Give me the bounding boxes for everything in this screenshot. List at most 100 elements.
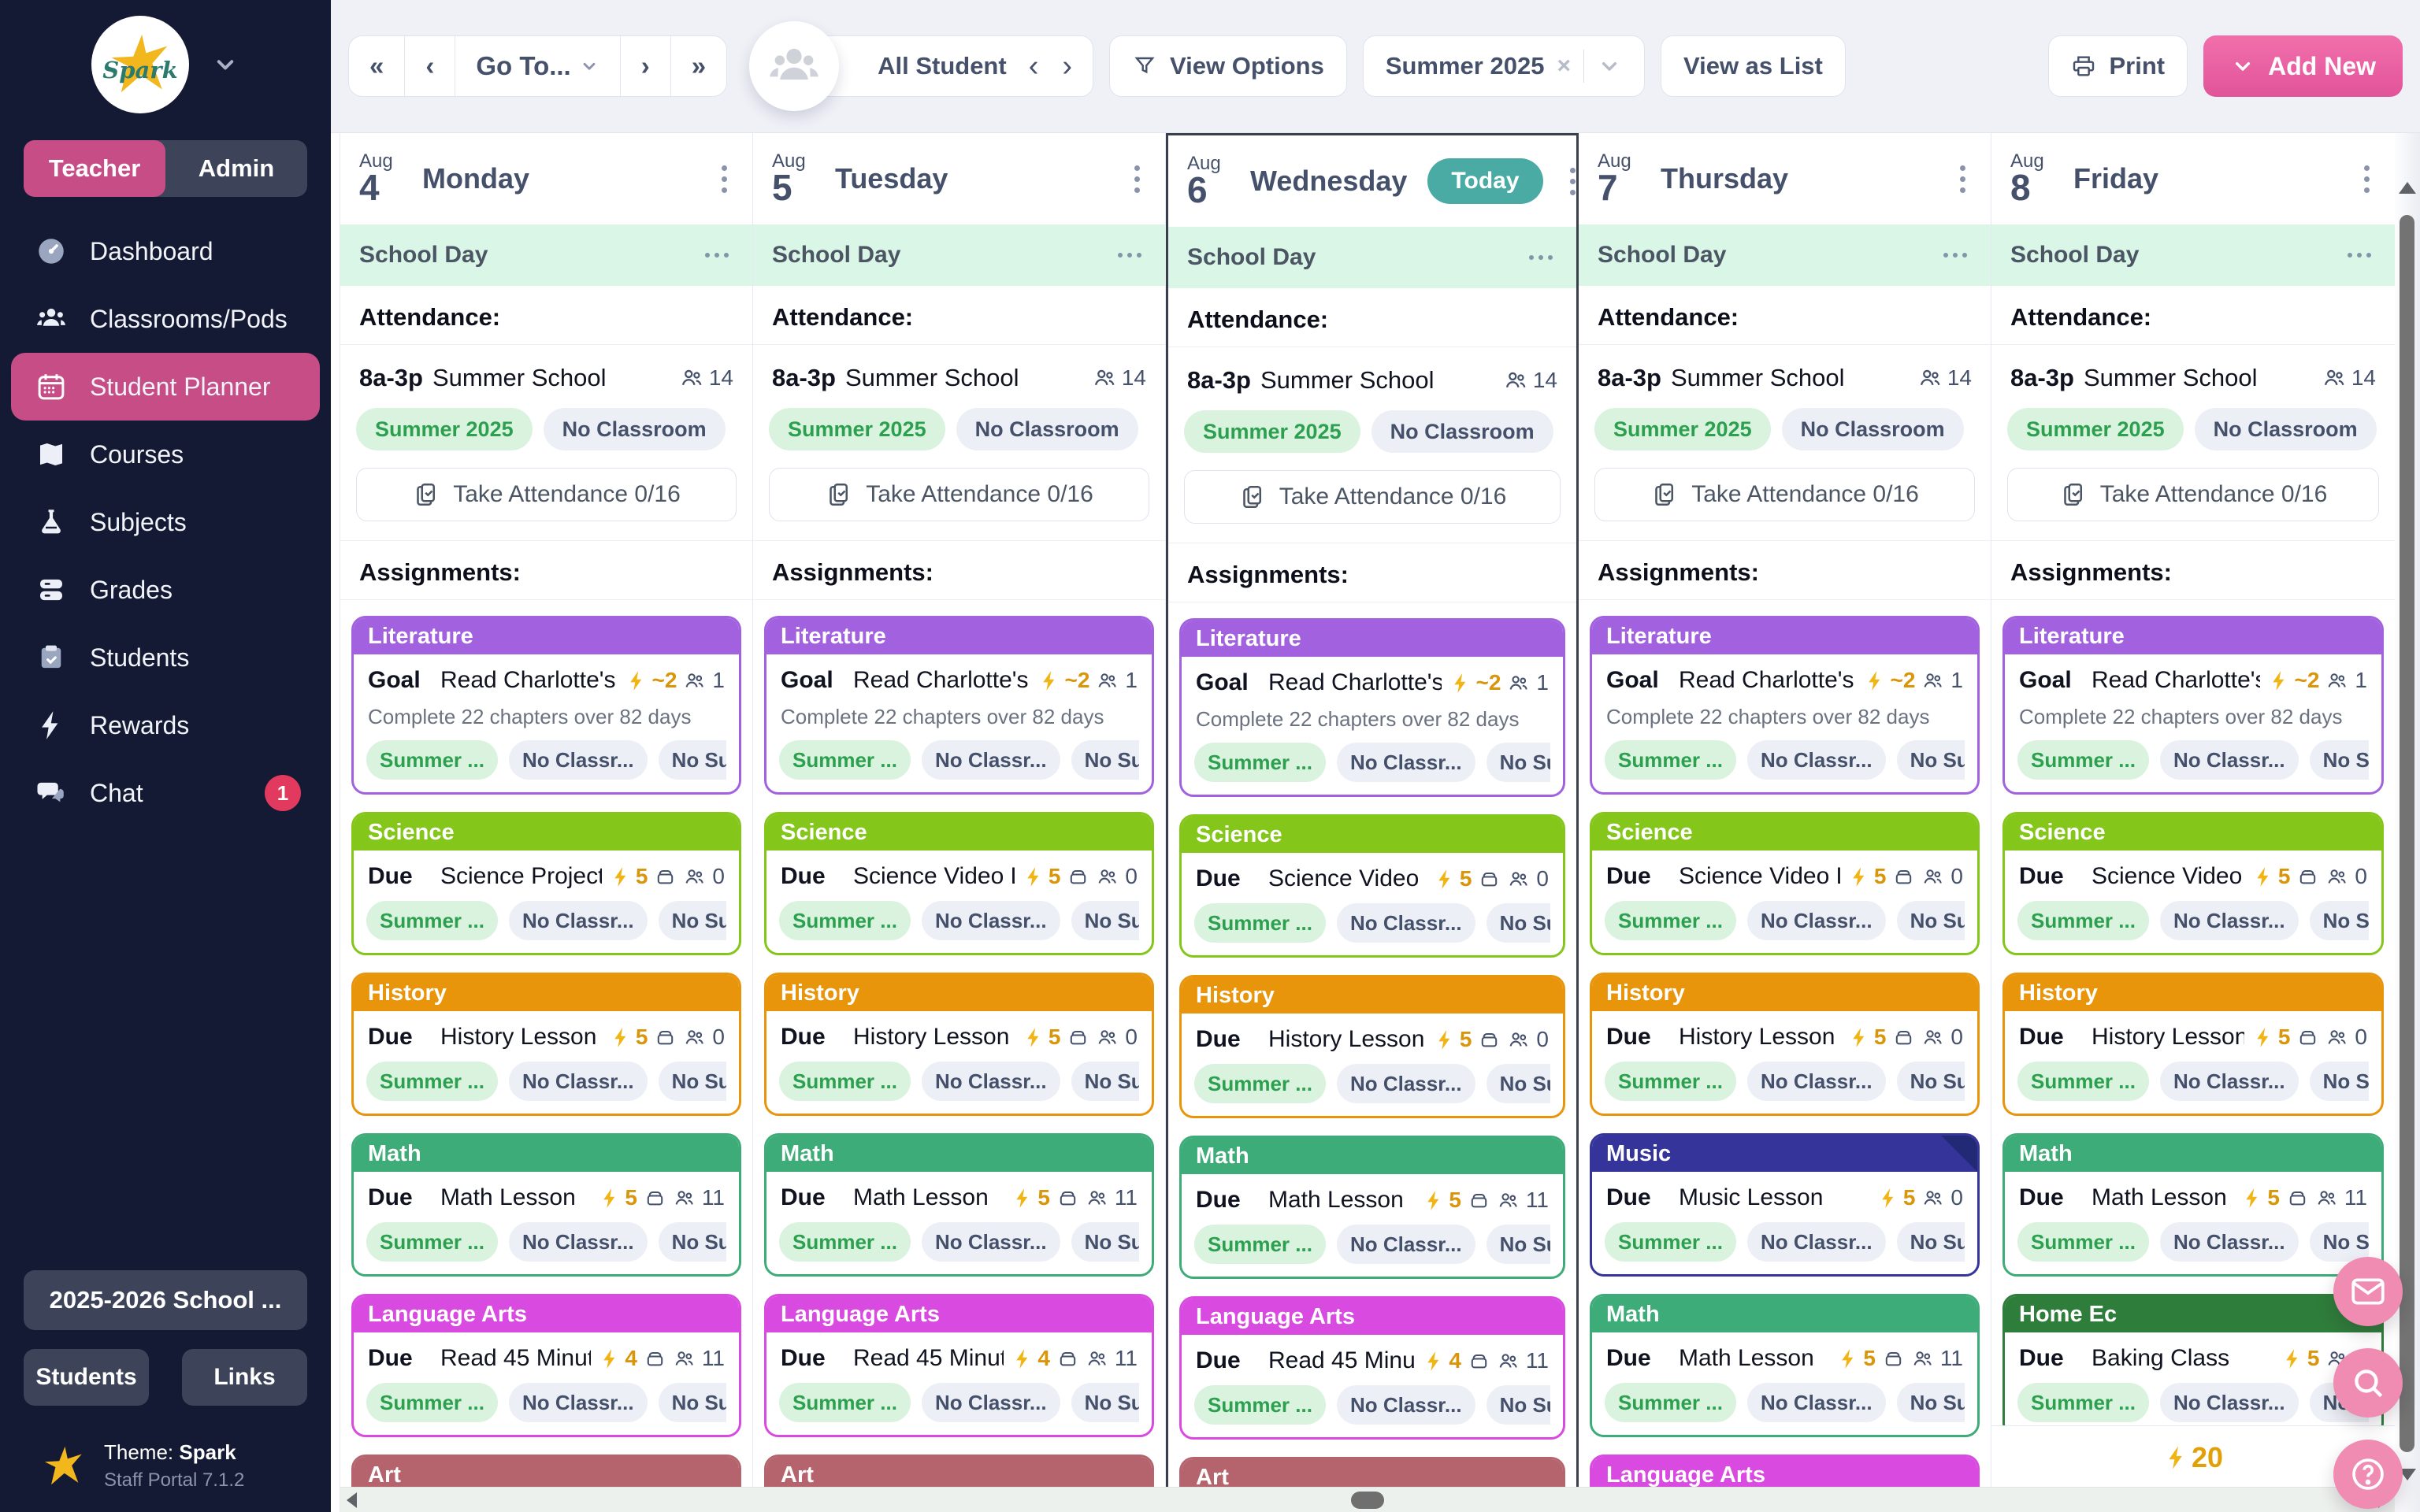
assignment-card-music[interactable]: MusicDueMusic Lesson50Summer ...No Class…	[1590, 1133, 1980, 1277]
chevron-down-icon[interactable]	[1597, 54, 1622, 79]
school-day-menu-icon[interactable]	[1939, 248, 1972, 262]
points-value: 5	[636, 1025, 648, 1050]
take-attendance-button[interactable]: Take Attendance 0/16	[1594, 468, 1975, 521]
sidebar-item-courses[interactable]: Courses	[11, 421, 320, 488]
assignment-card-language-arts[interactable]: Language ArtsDueRead 45 Minutes411Summer…	[1179, 1296, 1565, 1440]
nav-next-button[interactable]: ›	[621, 36, 671, 96]
assignment-card-math[interactable]: MathDueMath Lesson511Summer ...No Classr…	[2002, 1133, 2384, 1277]
card-title: Science Project	[440, 863, 602, 890]
day-menu-kebab-icon[interactable]	[1954, 159, 1972, 199]
role-tab-admin[interactable]: Admin	[165, 140, 307, 197]
assignment-card-math[interactable]: MathDueMath Lesson511Summer ...No Classr…	[351, 1133, 741, 1277]
assignment-card-math[interactable]: MathDueMath Lesson511Summer ...No Classr…	[1590, 1294, 1980, 1437]
card-title: Math Lesson	[440, 1184, 576, 1211]
assignment-card-history[interactable]: HistoryDueHistory Lesson50Summer ...No C…	[1179, 975, 1565, 1118]
school-day-menu-icon[interactable]	[1524, 250, 1557, 265]
view-options-button[interactable]: View Options	[1109, 35, 1347, 97]
school-day-menu-icon[interactable]	[2343, 248, 2376, 262]
points-value: 5	[1863, 1346, 1876, 1371]
role-tab-teacher[interactable]: Teacher	[24, 140, 165, 197]
goto-dropdown[interactable]: Go To...	[455, 36, 620, 96]
assignment-card-literature[interactable]: LiteratureGoalRead Charlotte's W...~21Co…	[1590, 616, 1980, 795]
assignment-card-literature[interactable]: LiteratureGoalRead Charlotte's W...~21Co…	[351, 616, 741, 795]
people-count: 1	[712, 668, 725, 693]
tag-chip: Summer ...	[366, 901, 498, 940]
assignment-card-home-ec[interactable]: Home EcDueBaking Class50Summer ...No Cla…	[2002, 1294, 2384, 1425]
people-icon	[1096, 865, 1119, 888]
nav-first-button[interactable]: «	[349, 36, 405, 96]
view-as-list-button[interactable]: View as List	[1661, 35, 1846, 97]
horizontal-scroll-thumb[interactable]	[1351, 1492, 1384, 1509]
day-menu-kebab-icon[interactable]	[1564, 161, 1579, 202]
assignment-card-science[interactable]: ScienceDueScience Video Le...50Summer ..…	[2002, 812, 2384, 955]
sidebar-item-student-planner[interactable]: Student Planner	[11, 353, 320, 421]
sidebar-item-classrooms-pods[interactable]: Classrooms/Pods	[11, 285, 320, 353]
student-prev-button[interactable]: ‹	[1027, 50, 1041, 83]
students-footer-button[interactable]: Students	[24, 1349, 149, 1406]
assignment-card-science[interactable]: ScienceDueScience Video Le...50Summer ..…	[1590, 812, 1980, 955]
nav-prev-button[interactable]: ‹	[405, 36, 455, 96]
assignment-card-math[interactable]: MathDueMath Lesson511Summer ...No Classr…	[764, 1133, 1154, 1277]
subject-header: Home Ec	[2005, 1296, 2381, 1332]
clear-term-icon[interactable]: ×	[1557, 53, 1571, 80]
people-count: 0	[1536, 1027, 1549, 1052]
print-button[interactable]: Print	[2048, 35, 2188, 97]
search-button[interactable]	[2333, 1348, 2403, 1418]
day-menu-kebab-icon[interactable]	[2358, 159, 2376, 199]
points-value: ~2	[1890, 668, 1915, 693]
assignment-card-literature[interactable]: LiteratureGoalRead Charlotte's W...~21Co…	[764, 616, 1154, 795]
add-new-button[interactable]: Add New	[2203, 35, 2403, 97]
scroll-left-arrow[interactable]	[347, 1492, 357, 1508]
assignment-card-history[interactable]: HistoryDueHistory Lesson50Summer ...No C…	[2002, 973, 2384, 1116]
school-year-button[interactable]: 2025-2026 School ...	[24, 1270, 307, 1330]
day-menu-kebab-icon[interactable]	[715, 159, 733, 199]
student-next-button[interactable]: ›	[1060, 50, 1074, 83]
assignment-card-science[interactable]: ScienceDueScience Video L...50Summer ...…	[1179, 814, 1565, 958]
sidebar-item-grades[interactable]: Grades	[11, 556, 320, 624]
assignment-card-history[interactable]: HistoryDueHistory Lesson50Summer ...No C…	[351, 973, 741, 1116]
student-filter[interactable]: All Student ‹ ›	[809, 35, 1093, 97]
sidebar-item-dashboard[interactable]: Dashboard	[11, 217, 320, 285]
school-day-banner[interactable]: School Day	[1168, 227, 1576, 288]
school-logo[interactable]: Spark	[91, 16, 189, 113]
assignment-card-history[interactable]: HistoryDueHistory Lesson50Summer ...No C…	[764, 973, 1154, 1116]
sidebar-item-students[interactable]: Students	[11, 624, 320, 691]
day-menu-kebab-icon[interactable]	[1128, 159, 1146, 199]
sidebar-item-rewards[interactable]: Rewards	[11, 691, 320, 759]
school-day-banner[interactable]: School Day	[1991, 224, 2395, 286]
assignment-card-science[interactable]: ScienceDueScience Video Le...50Summer ..…	[764, 812, 1154, 955]
school-day-banner[interactable]: School Day	[753, 224, 1165, 286]
take-attendance-button[interactable]: Take Attendance 0/16	[356, 468, 737, 521]
school-day-menu-icon[interactable]	[1113, 248, 1146, 262]
mail-button[interactable]	[2333, 1257, 2403, 1326]
tag-chip: No Subject	[1071, 1383, 1139, 1422]
sidebar-item-label: Grades	[90, 576, 173, 605]
school-day-menu-icon[interactable]	[700, 248, 733, 262]
students-avatar[interactable]	[749, 21, 839, 111]
scroll-up-arrow[interactable]	[2399, 182, 2416, 194]
sidebar-item-chat[interactable]: Chat1	[11, 759, 320, 827]
tag-chip: No Classr...	[2160, 901, 2299, 940]
take-attendance-button[interactable]: Take Attendance 0/16	[769, 468, 1149, 521]
tag-chip: Summer ...	[2017, 1062, 2149, 1101]
school-day-banner[interactable]: School Day	[1579, 224, 1991, 286]
take-attendance-button[interactable]: Take Attendance 0/16	[1184, 470, 1561, 524]
assignment-card-science[interactable]: ScienceDueScience Project50Summer ...No …	[351, 812, 741, 955]
sidebar-item-subjects[interactable]: Subjects	[11, 488, 320, 556]
take-attendance-button[interactable]: Take Attendance 0/16	[2007, 468, 2379, 521]
spark-star-icon	[41, 1443, 87, 1489]
term-select[interactable]: Summer 2025 ×	[1363, 35, 1645, 97]
nav-last-button[interactable]: »	[671, 36, 726, 96]
assignment-card-history[interactable]: HistoryDueHistory Lesson50Summer ...No C…	[1590, 973, 1980, 1116]
help-button[interactable]	[2333, 1440, 2403, 1509]
card-subtext: Complete 22 chapters over 82 days	[779, 705, 1139, 740]
subject-header: Science	[766, 814, 1152, 850]
logo-chevron-down-icon[interactable]	[211, 50, 239, 79]
assignment-card-language-arts[interactable]: Language ArtsDueRead 45 Minutes411Summer…	[351, 1294, 741, 1437]
school-day-banner[interactable]: School Day	[340, 224, 752, 286]
assignment-card-language-arts[interactable]: Language ArtsDueRead 45 Minutes411Summer…	[764, 1294, 1154, 1437]
assignment-card-literature[interactable]: LiteratureGoalRead Charlotte's W...~21Co…	[1179, 618, 1565, 797]
assignment-card-math[interactable]: MathDueMath Lesson511Summer ...No Classr…	[1179, 1136, 1565, 1279]
links-footer-button[interactable]: Links	[182, 1349, 307, 1406]
assignment-card-literature[interactable]: LiteratureGoalRead Charlotte's W...~21Co…	[2002, 616, 2384, 795]
